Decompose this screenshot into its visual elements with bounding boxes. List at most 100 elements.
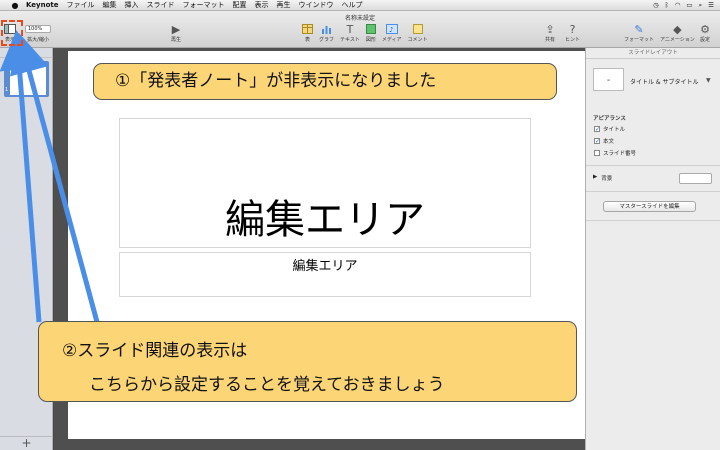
slide-number: 1 xyxy=(5,87,9,93)
chart-label: グラフ xyxy=(319,37,335,43)
chart-icon xyxy=(321,22,332,36)
search-icon[interactable]: ⌕ xyxy=(699,0,703,11)
body-checkbox-label: 本文 xyxy=(603,139,615,145)
svg-text:♪: ♪ xyxy=(389,26,393,34)
shape-label: 図形 xyxy=(365,37,376,43)
text-label: テキスト xyxy=(340,37,360,43)
setup-label: 設定 xyxy=(700,37,711,43)
background-color-well[interactable] xyxy=(679,173,712,184)
share-button[interactable]: ⇪ 共有 xyxy=(545,22,556,44)
table-button[interactable]: 表 xyxy=(302,22,313,43)
apple-icon[interactable]: ● xyxy=(10,1,20,10)
play-label: 再生 xyxy=(171,37,182,43)
animate-button[interactable]: ◆ アニメーション xyxy=(660,22,695,44)
paintbrush-icon: ✎ xyxy=(634,22,644,36)
divider xyxy=(586,191,720,192)
toolbar: 名称未設定 表示 100% 拡大/縮小 ▶ 再生 表 グラフ T テキスト 図形… xyxy=(0,11,720,48)
layout-thumbnail[interactable]: ▬ xyxy=(593,68,624,91)
media-label: メディア xyxy=(381,37,402,43)
menu-edit[interactable]: 編集 xyxy=(103,0,117,11)
title-checkbox-label: タイトル xyxy=(603,127,626,133)
menu-arrange[interactable]: 配置 xyxy=(233,0,247,11)
play-button[interactable]: ▶ 再生 xyxy=(171,22,182,44)
title-checkbox-row[interactable]: ✓ タイトル xyxy=(594,125,625,133)
slide-body-text[interactable]: 編集エリア xyxy=(120,255,530,274)
share-label: 共有 xyxy=(545,37,556,43)
wifi-icon[interactable]: ◠ xyxy=(675,0,681,11)
battery-icon[interactable]: ▭ xyxy=(686,0,692,11)
menu-slide[interactable]: スライド xyxy=(147,0,175,11)
appearance-heading: アピアランス xyxy=(593,116,626,122)
slide-number-checkbox-label: スライド番号 xyxy=(603,151,637,157)
document-title: 名称未設定 xyxy=(344,15,375,22)
callout-display-settings: ②スライド関連の表示は こちらから設定することを覚えておきましょう xyxy=(38,321,577,402)
menu-bar: ● Keynote ファイル 編集 挿入 スライド フォーマット 配置 表示 再… xyxy=(0,0,720,11)
text-icon: T xyxy=(346,22,354,36)
add-slide-button[interactable]: + xyxy=(0,436,53,450)
list-icon[interactable]: ☰ xyxy=(708,0,714,11)
background-row[interactable]: ▶ 背景 xyxy=(593,174,612,182)
background-label: 背景 xyxy=(601,176,613,182)
inspector-header: スライドレイアウト xyxy=(586,48,720,59)
comment-icon xyxy=(412,22,423,36)
slide-thumbnail-selected[interactable]: 1 xyxy=(4,61,49,97)
question-icon: ? xyxy=(569,22,576,36)
menu-help[interactable]: ヘルプ xyxy=(342,0,363,11)
callout2-line1: ②スライド関連の表示は xyxy=(62,341,248,361)
shape-icon xyxy=(365,22,376,36)
chart-button[interactable]: グラフ xyxy=(319,22,334,43)
callout2-line2: こちらから設定することを覚えておきましょう xyxy=(89,375,445,395)
media-button[interactable]: ♪ メディア xyxy=(382,22,402,43)
status-icons: ◷ ᛒ ◠ ▭ ⌕ ☰ xyxy=(653,0,714,11)
gear-icon: ⚙ xyxy=(700,22,710,36)
title-placeholder[interactable]: 編集エリア xyxy=(119,118,531,248)
slide-number-checkbox[interactable] xyxy=(594,150,600,156)
slide-number-checkbox-row[interactable]: スライド番号 xyxy=(594,149,636,157)
share-icon: ⇪ xyxy=(545,22,555,36)
table-icon xyxy=(302,22,313,36)
setup-button[interactable]: ⚙ 設定 xyxy=(700,22,711,44)
comment-button[interactable]: コメント xyxy=(408,22,428,43)
tips-label: ヒント xyxy=(565,37,581,43)
zoom-control[interactable]: 100% 拡大/縮小 xyxy=(25,22,51,43)
animate-label: アニメーション xyxy=(660,37,695,43)
edit-master-slide-button[interactable]: マスタースライドを編集 xyxy=(603,201,696,212)
callout-notes-hidden: ①「発表者ノート」が非表示になりました xyxy=(93,63,557,100)
clock-icon[interactable]: ◷ xyxy=(653,0,659,11)
text-button[interactable]: T テキスト xyxy=(340,22,360,44)
menu-format[interactable]: フォーマット xyxy=(183,0,225,11)
insert-group: 表 グラフ T テキスト 図形 ♪ メディア コメント xyxy=(302,22,428,43)
menu-app-name[interactable]: Keynote xyxy=(26,0,59,11)
zoom-select[interactable]: 100% xyxy=(25,25,51,33)
format-button[interactable]: ✎ フォーマット xyxy=(624,22,655,44)
slide-thumbnail[interactable] xyxy=(10,63,46,95)
slide-title-text[interactable]: 編集エリア xyxy=(120,187,530,245)
body-placeholder[interactable]: 編集エリア xyxy=(119,252,531,297)
disclosure-triangle-icon[interactable]: ▶ xyxy=(593,174,597,182)
format-inspector: スライドレイアウト ▬ タイトル & サブタイトル ▼ アピアランス ✓ タイト… xyxy=(585,48,720,450)
shape-button[interactable]: 図形 xyxy=(365,22,376,43)
animation-icon: ◆ xyxy=(673,22,682,36)
chevron-down-icon[interactable]: ▼ xyxy=(706,77,711,84)
menu-insert[interactable]: 挿入 xyxy=(125,0,139,11)
play-icon: ▶ xyxy=(171,22,181,36)
comment-label: コメント xyxy=(407,37,428,43)
view-button-highlight xyxy=(1,20,23,46)
menu-file[interactable]: ファイル xyxy=(67,0,95,11)
body-checkbox-row[interactable]: ✓ 本文 xyxy=(594,137,614,145)
format-label: フォーマット xyxy=(624,37,655,43)
divider xyxy=(586,165,720,166)
body-checkbox[interactable]: ✓ xyxy=(594,138,600,145)
menu-play[interactable]: 再生 xyxy=(277,0,291,11)
zoom-label: 拡大/縮小 xyxy=(27,37,49,43)
layout-name[interactable]: タイトル & サブタイトル xyxy=(630,77,699,86)
menu-view[interactable]: 表示 xyxy=(255,0,269,11)
tips-button[interactable]: ? ヒント xyxy=(565,22,581,44)
menu-window[interactable]: ウインドウ xyxy=(299,0,334,11)
media-icon: ♪ xyxy=(385,22,398,36)
table-label: 表 xyxy=(304,37,310,43)
divider xyxy=(586,220,720,221)
title-checkbox[interactable]: ✓ xyxy=(594,126,600,133)
bluetooth-icon[interactable]: ᛒ xyxy=(665,0,669,11)
navigator-header xyxy=(0,48,52,58)
